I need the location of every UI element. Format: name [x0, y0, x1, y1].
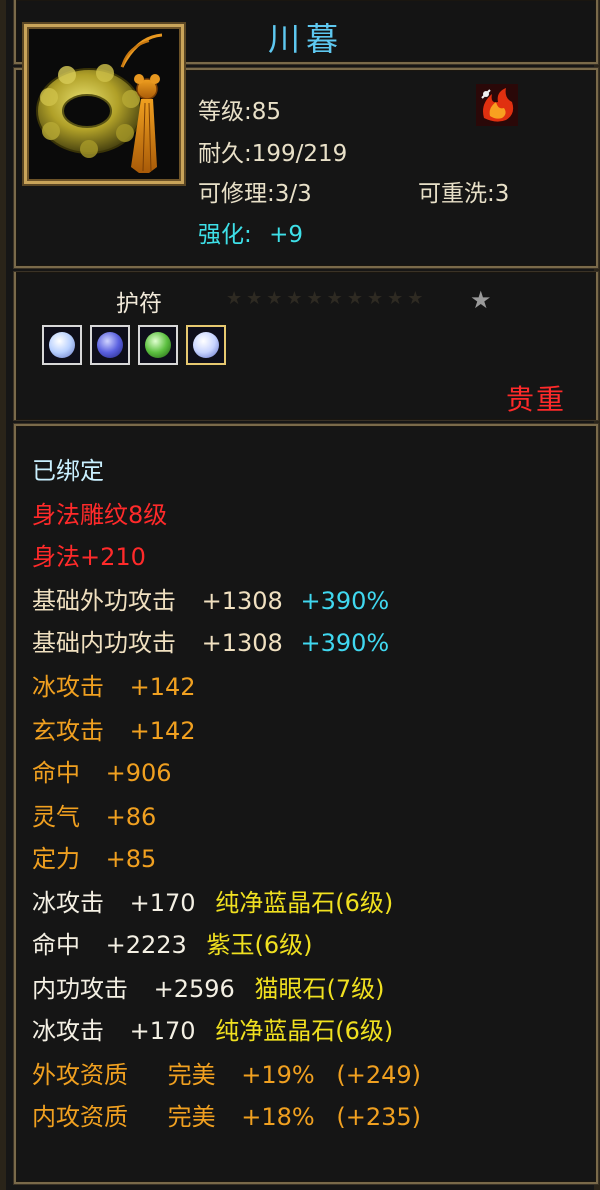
stat-label: 基础内功攻击 [32, 629, 176, 657]
stat-label: 冰攻击 [32, 1017, 104, 1045]
agility-line: 身法+210 [32, 543, 146, 571]
aptitude-grade: 完美 [167, 1061, 216, 1089]
aptitude-bonus: (+235) [336, 1103, 422, 1131]
gem-slot-1[interactable] [42, 325, 82, 365]
item-repairable: 可修理:3/3 [198, 181, 312, 207]
stat-value: +86 [105, 803, 157, 831]
stat-label: 内功攻击 [32, 975, 128, 1003]
gem-stat-line-1: 冰攻击 +170 纯净蓝晶石(6级) [32, 888, 393, 918]
bound-status: 已绑定 [32, 457, 104, 485]
engraving-line: 身法雕纹8级 [32, 501, 168, 529]
stat-label: 基础外功攻击 [32, 587, 176, 615]
stat-value: +906 [105, 759, 172, 787]
gem-stat-line-4: 冰攻击 +170 纯净蓝晶石(6级) [32, 1016, 393, 1046]
stat-label: 灵气 [32, 803, 80, 831]
hit-line: 命中 +906 [32, 758, 172, 788]
white-gem-icon [49, 332, 75, 358]
green-gem-icon [145, 332, 171, 358]
aptitude-grade: 完美 [167, 1103, 216, 1131]
gem-stat-line-2: 命中 +2223 紫玉(6级) [32, 930, 312, 960]
base-int-attack-line: 基础内功攻击 +1308 +390% [32, 628, 389, 658]
aptitude-percent: +19% [241, 1061, 315, 1089]
jade-ring-pendant-icon [36, 33, 163, 173]
stat-value: +1308 [201, 587, 283, 615]
enhance-value: +9 [269, 222, 303, 248]
item-icon-frame[interactable] [24, 24, 184, 184]
stat-percent: +390% [300, 587, 390, 615]
faded-star-rating: ★★★★★★★★★★ [226, 288, 428, 309]
ice-attack-line: 冰攻击 +142 [32, 672, 196, 702]
stat-label: 冰攻击 [32, 673, 104, 701]
spirit-line: 灵气 +86 [32, 802, 156, 832]
gem-stat-line-3: 内功攻击 +2596 猫眼石(7级) [32, 974, 384, 1004]
stat-label: 冰攻击 [32, 889, 104, 917]
stat-value: +2596 [153, 975, 235, 1003]
aptitude-percent: +18% [241, 1103, 315, 1131]
amulet-label: 护符 [116, 291, 162, 317]
gem-name: 纯净蓝晶石(6级) [215, 1017, 394, 1045]
item-rewash: 可重洗:3 [418, 181, 510, 207]
xuan-attack-line: 玄攻击 +142 [32, 716, 196, 746]
stat-label: 命中 [32, 759, 80, 787]
gem-slot-3[interactable] [138, 325, 178, 365]
stat-value: +85 [105, 845, 157, 873]
stat-value: +142 [129, 673, 196, 701]
stat-label: 外攻资质 [32, 1061, 128, 1089]
base-ext-attack-line: 基础外功攻击 +1308 +390% [32, 586, 389, 616]
item-level: 等级:85 [198, 99, 282, 125]
ext-aptitude-line: 外攻资质 完美 +19% (+249) [32, 1060, 421, 1090]
stat-label: 玄攻击 [32, 717, 104, 745]
focus-line: 定力 +85 [32, 844, 156, 874]
aptitude-bonus: (+249) [336, 1061, 422, 1089]
item-enhance: 强化: +9 [198, 215, 303, 249]
gem-name: 紫玉(6级) [206, 931, 313, 959]
gem-slot-2[interactable] [90, 325, 130, 365]
item-durability: 耐久:199/219 [198, 141, 348, 167]
stat-percent: +390% [300, 629, 390, 657]
gem-name: 纯净蓝晶石(6级) [215, 889, 394, 917]
stat-label: 命中 [32, 931, 80, 959]
gem-name: 猫眼石(7级) [254, 975, 385, 1003]
stat-value: +2223 [105, 931, 187, 959]
rarity-label: 贵重 [506, 383, 567, 416]
blue-gem-icon [97, 332, 123, 358]
stat-label: 定力 [32, 845, 80, 873]
stat-value: +170 [129, 1017, 196, 1045]
stat-value: +170 [129, 889, 196, 917]
white-gem-icon [193, 332, 219, 358]
stat-value: +1308 [201, 629, 283, 657]
int-aptitude-line: 内攻资质 完美 +18% (+235) [32, 1102, 421, 1132]
stat-label: 内攻资质 [32, 1103, 128, 1131]
star-icon: ★ [470, 286, 492, 314]
enhance-label: 强化: [198, 222, 252, 248]
item-tooltip: 川暮 等级:85 耐久:199/219 可修理:3/3 可重洗:3 强化: +9… [0, 0, 600, 1190]
stat-value: +142 [129, 717, 196, 745]
flame-emblem-icon [476, 84, 518, 126]
gem-slot-4[interactable] [186, 325, 226, 365]
